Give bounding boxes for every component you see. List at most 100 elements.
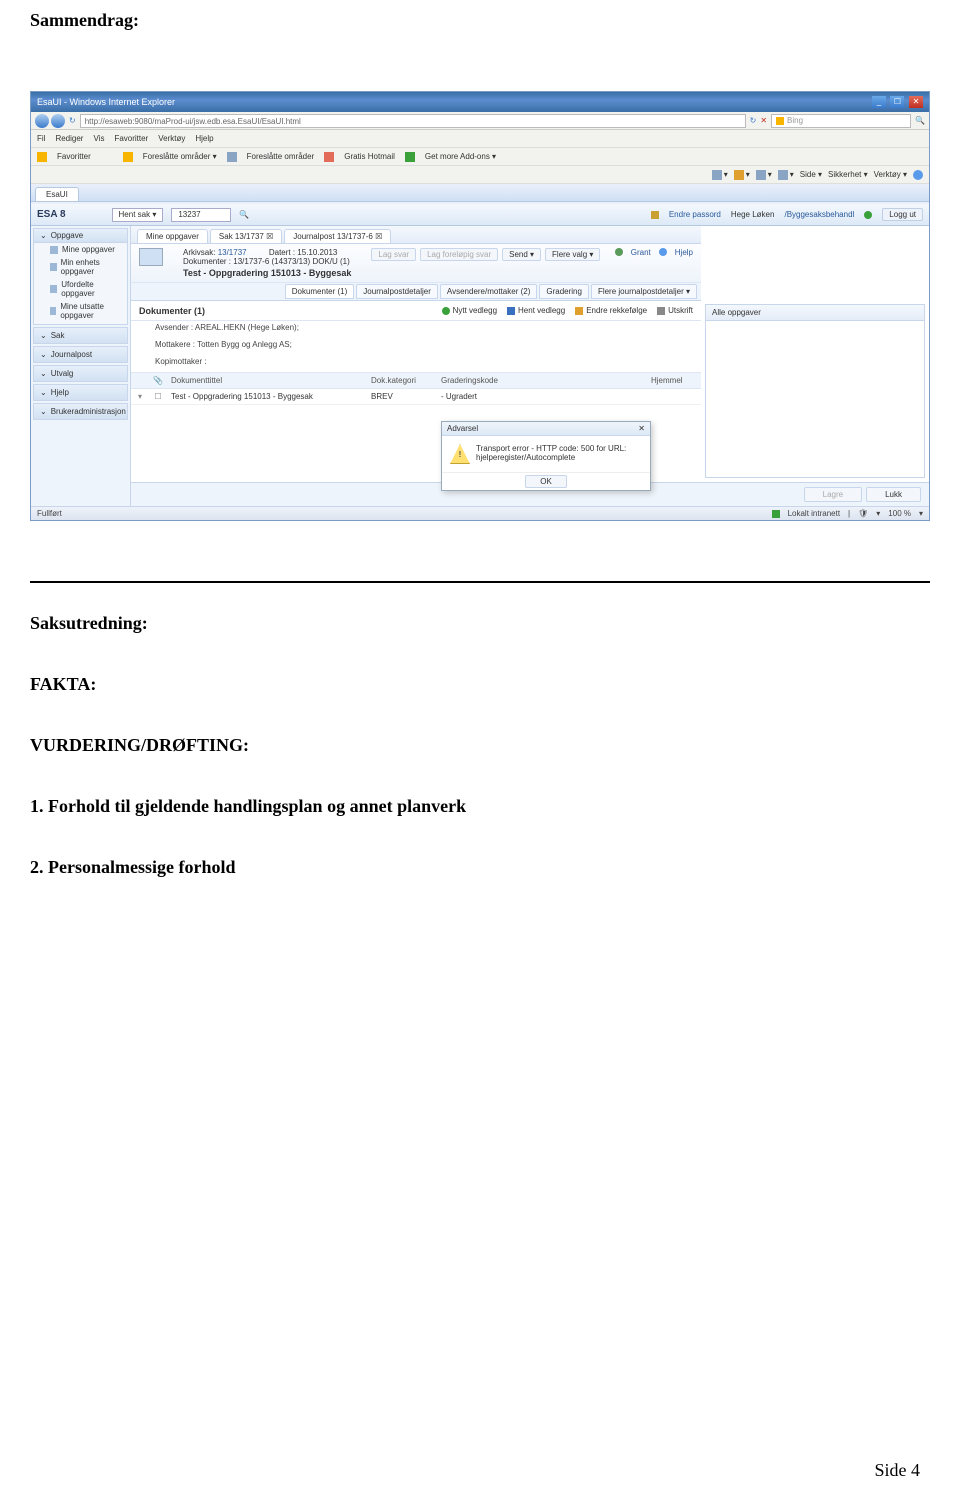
sidebar-group-brukeradmin[interactable]: ⌄Brukeradministrasjon [33,403,128,420]
favbar-item-hotmail[interactable]: Gratis Hotmail [344,152,395,161]
menu-rediger[interactable]: Rediger [55,134,83,143]
subtab-journalpost[interactable]: Journalpost 13/1737-6 ☒ [284,229,391,243]
forward-button[interactable] [51,114,65,128]
btn-send[interactable]: Send ▾ [502,248,541,261]
search-go-icon[interactable]: 🔍 [915,116,925,125]
browser-tab-esaui[interactable]: EsaUI [35,187,79,201]
grant-link[interactable]: Grant [631,248,651,257]
cmd-home[interactable]: ▾ [712,170,728,180]
menu-fil[interactable]: Fil [37,134,45,143]
user-name: Hege Løken [731,210,775,219]
minitab-flere[interactable]: Flere journalpostdetaljer ▾ [591,284,697,299]
col-dokkategori[interactable]: Dok.kategori [367,376,437,385]
sidebar-item-utsatte[interactable]: Mine utsatte oppgaver [34,300,127,322]
arkivsak-link[interactable]: 13/1737 [218,248,247,257]
stop-icon[interactable]: ✕ [760,116,767,125]
endre-passord-link[interactable]: Endre passord [669,210,721,219]
search-placeholder: Bing [787,116,803,125]
url-input[interactable]: http://esaweb:9080/maProd-ui/jsw.edb.esa… [80,114,746,128]
warning-icon: ! [450,444,470,464]
btn-flere-valg[interactable]: Flere valg ▾ [545,248,600,261]
bing-icon [776,117,784,125]
dialog-close-icon[interactable]: ✕ [638,424,645,433]
cmd-mail[interactable]: ▾ [756,170,772,180]
suggested-sites2-icon [227,152,237,162]
action-nytt-vedlegg[interactable]: Nytt vedlegg [442,306,497,315]
grant-icon [615,248,623,256]
minitab-avsendere[interactable]: Avsendere/mottaker (2) [440,284,537,299]
minitab-journalpostdetaljer[interactable]: Journalpostdetaljer [356,284,438,299]
grid-row[interactable]: ▾ ☐ Test - Oppgradering 151013 - Byggesa… [131,389,701,405]
heading-sammendrag: Sammendrag: [30,10,930,31]
menu-vis[interactable]: Vis [93,134,104,143]
status-left: Fullført [37,509,62,518]
right-panel-tab[interactable]: Alle oppgaver [706,305,924,321]
cmd-feeds[interactable]: ▾ [734,170,750,180]
cmd-security[interactable]: Sikkerhet ▾ [828,170,868,179]
favbar-item-suggested2[interactable]: Foreslåtte områder [247,152,315,161]
subtab-sak[interactable]: Sak 13/1737 ☒ [210,229,282,243]
cmd-help-icon[interactable] [913,170,923,180]
action-hent-vedlegg[interactable]: Hent vedlegg [507,306,565,315]
dialog-title: Advarsel [447,424,478,433]
sidebar-group-journalpost[interactable]: ⌄Journalpost [33,346,128,363]
user-role[interactable]: /Byggesaksbehandl [784,210,854,219]
minitab-dokumenter[interactable]: Dokumenter (1) [285,284,355,299]
cmd-print[interactable]: ▾ [778,170,794,180]
close-button[interactable]: ✕ [909,96,923,108]
col-graderingskode[interactable]: Graderingskode [437,376,527,385]
hent-sak-value[interactable]: 13237 [171,208,231,222]
hent-sak-combo[interactable]: Hent sak ▾ [112,208,164,222]
row-expand-icon[interactable]: ▾ [131,392,149,401]
hotmail-icon [324,152,334,162]
favorites-label[interactable]: Favoritter [57,152,91,161]
plus-icon [442,307,450,315]
btn-lag-forelopig[interactable]: Lag foreløpig svar [420,248,498,261]
menu-hjelp[interactable]: Hjelp [195,134,213,143]
sidebar-group-sak[interactable]: ⌄Sak [33,327,128,344]
sidebar-group-hjelp[interactable]: ⌄Hjelp [33,384,128,401]
search-input[interactable]: Bing [771,114,911,128]
btn-lukk[interactable]: Lukk [866,487,921,502]
help-link[interactable]: Hjelp [675,248,693,257]
dialog-ok-button[interactable]: OK [525,475,567,488]
dialog-body-2: hjelperegister/Autocomplete [476,453,626,462]
subtab-bar: Mine oppgaver Sak 13/1737 ☒ Journalpost … [131,226,701,244]
logout-button[interactable]: Logg ut [882,208,923,221]
zoom-label[interactable]: 100 % [888,509,911,518]
refresh-icon[interactable]: ↻ [69,116,76,125]
sidebar-item-mine-oppgaver[interactable]: Mine oppgaver [34,243,127,256]
sidebar-item-enhet-oppgaver[interactable]: Min enhets oppgaver [34,256,127,278]
col-dokumenttittel[interactable]: Dokumenttittel [167,376,367,385]
favbar-item-suggested1[interactable]: Foreslåtte områder ▾ [143,152,217,161]
refresh2-icon[interactable]: ↻ [750,116,757,125]
sidebar-group-utvalg[interactable]: ⌄Utvalg [33,365,128,382]
minimize-button[interactable]: _ [872,96,886,108]
row-checkbox[interactable]: ☐ [149,392,167,401]
maximize-button[interactable]: ☐ [890,96,904,108]
minitab-gradering[interactable]: Gradering [539,284,589,299]
menu-verktoy[interactable]: Verktøy [158,134,185,143]
favbar-item-addons[interactable]: Get more Add-ons ▾ [425,152,496,161]
search-icon[interactable]: 🔍 [239,210,249,219]
embedded-screenshot: EsaUI - Windows Internet Explorer _ ☐ ✕ … [30,91,930,521]
btn-lagre[interactable]: Lagre [804,487,862,502]
row-cat: BREV [367,392,437,401]
error-dialog: Advarsel ✕ ! Transport error - HTTP code… [441,421,651,491]
protected-mode-icon: 🛡 [858,509,868,518]
sidebar-item-ufordelte[interactable]: Ufordelte oppgaver [34,278,127,300]
action-endre-rekkefolge[interactable]: Endre rekkefølge [575,306,647,315]
btn-lag-svar[interactable]: Lag svar [371,248,416,261]
back-button[interactable] [35,114,49,128]
subtab-mine-oppgaver[interactable]: Mine oppgaver [137,229,208,243]
doc-icon [50,307,56,315]
action-utskrift[interactable]: Utskrift [657,306,693,315]
favorites-bar: Favoritter Foreslåtte områder ▾ Foreslåt… [31,148,929,166]
cmd-tools[interactable]: Verktøy ▾ [874,170,907,179]
dialog-body-1: Transport error - HTTP code: 500 for URL… [476,444,626,453]
main-area: Mine oppgaver Sak 13/1737 ☒ Journalpost … [131,226,929,506]
cmd-page[interactable]: Side ▾ [800,170,822,179]
menu-favoritter[interactable]: Favoritter [114,134,148,143]
favorites-star-icon[interactable] [37,152,47,162]
sidebar-group-oppgave[interactable]: ⌄Oppgave [34,229,127,243]
